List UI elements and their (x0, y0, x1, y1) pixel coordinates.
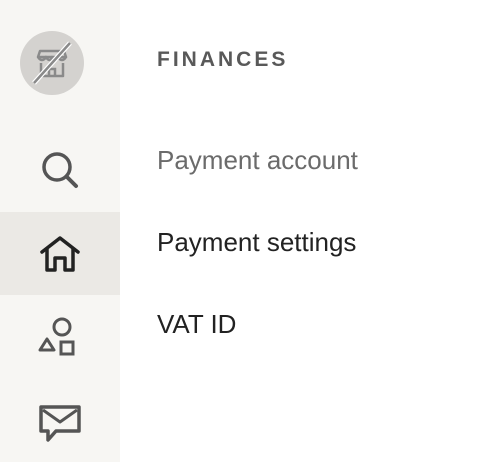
home-icon (40, 235, 80, 272)
shop-avatar[interactable] (20, 31, 84, 95)
shapes-icon (38, 317, 75, 356)
closed-shop-icon (32, 41, 72, 85)
nav-rail (0, 0, 120, 462)
nav-search[interactable] (0, 130, 120, 210)
search-icon (42, 152, 78, 188)
menu-item-payment-settings[interactable]: Payment settings (157, 227, 356, 258)
menu-item-payment-account[interactable]: Payment account (157, 145, 358, 176)
nav-messages[interactable] (0, 382, 120, 462)
content-panel: FINANCES Payment account Payment setting… (120, 0, 496, 462)
message-icon (39, 405, 81, 442)
app-window: FINANCES Payment account Payment setting… (0, 0, 496, 462)
nav-home[interactable] (0, 212, 120, 295)
nav-shapes[interactable] (0, 298, 120, 380)
section-title: FINANCES (157, 48, 289, 71)
menu-item-vat-id[interactable]: VAT ID (157, 309, 236, 340)
